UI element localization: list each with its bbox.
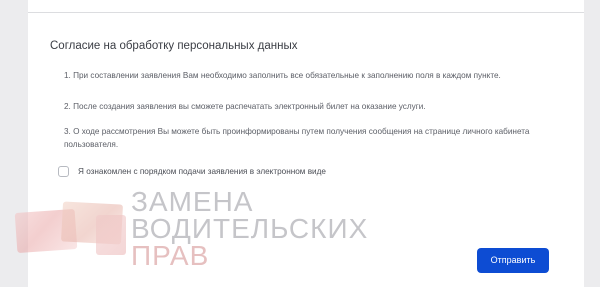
agree-checkbox[interactable] [58, 166, 69, 177]
consent-title: Согласие на обработку персональных данны… [50, 40, 298, 52]
agree-checkbox-row[interactable]: Я ознакомлен с порядком подачи заявления… [58, 166, 326, 177]
consent-item-2: 2. После создания заявления вы сможете р… [64, 102, 426, 111]
consent-item-1: 1. При составлении заявления Вам необход… [64, 71, 501, 80]
divider [28, 12, 584, 13]
consent-panel: Согласие на обработку персональных данны… [28, 0, 584, 287]
agree-label[interactable]: Я ознакомлен с порядком подачи заявления… [78, 167, 326, 176]
submit-button[interactable]: Отправить [477, 248, 549, 273]
consent-item-3: 3. О ходе рассмотрения Вы можете быть пр… [64, 127, 530, 149]
